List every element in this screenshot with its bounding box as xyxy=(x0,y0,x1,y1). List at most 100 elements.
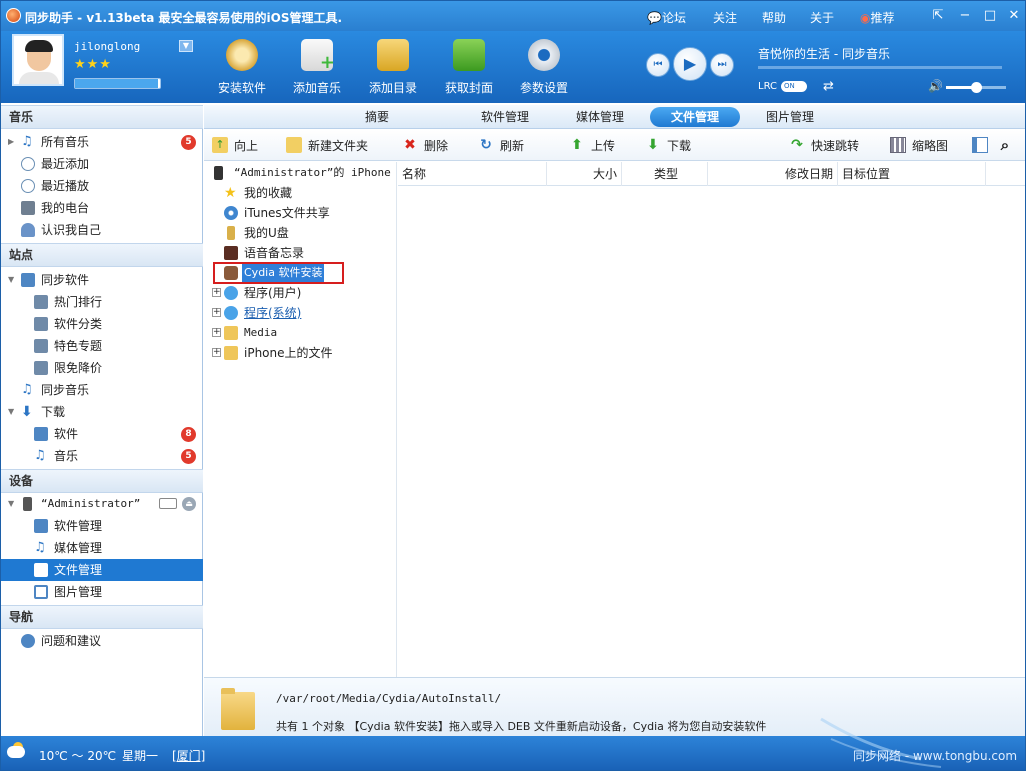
sidebar-item-device-media[interactable]: ♫ 媒体管理 xyxy=(1,537,203,559)
upload-arrow-icon: ⬆ xyxy=(571,137,583,153)
collapse-arrow-icon[interactable]: ▼ xyxy=(8,401,14,423)
sidebar-item-label: 限免降价 xyxy=(54,361,103,375)
sidebar-item-label: 最近添加 xyxy=(41,157,90,171)
playback-progress[interactable] xyxy=(758,66,1002,69)
sidebar-item-hot-rank[interactable]: 热门排行 xyxy=(1,291,203,313)
level-progress-fill xyxy=(75,79,159,88)
sidebar-item-label: 特色专题 xyxy=(54,339,103,353)
expand-plus-icon[interactable]: + xyxy=(212,308,221,317)
sidebar-item-free-sale[interactable]: 限免降价 xyxy=(1,357,203,379)
file-list-header: 名称 大小 类型 修改日期 目标位置 xyxy=(398,162,1025,186)
sidebar-item-device-files[interactable]: 文件管理 xyxy=(1,559,203,581)
tab-summary[interactable]: 摘要 xyxy=(332,107,422,127)
add-directory-icon xyxy=(377,39,409,71)
follow-link[interactable]: 关注 xyxy=(713,9,737,26)
view-toggle-button[interactable] xyxy=(972,136,988,156)
search-icon: ⌕ xyxy=(1000,136,1010,154)
expand-plus-icon[interactable]: + xyxy=(212,348,221,357)
collapse-arrow-icon[interactable]: ▼ xyxy=(8,493,14,515)
forum-link[interactable]: 💬论坛 xyxy=(647,9,686,26)
minimize-button[interactable]: − xyxy=(956,7,974,24)
previous-track-button[interactable]: ⏮ xyxy=(646,53,670,77)
up-label: 向上 xyxy=(234,139,259,153)
jump-arrow-icon: ↷ xyxy=(791,137,803,153)
new-folder-icon xyxy=(286,137,302,153)
get-cover-button[interactable]: 获取封面 xyxy=(437,37,501,99)
expand-plus-icon[interactable]: + xyxy=(212,328,221,337)
expand-plus-icon[interactable]: + xyxy=(212,288,221,297)
sidebar-item-download-software[interactable]: 软件 8 xyxy=(1,423,203,445)
avatar[interactable] xyxy=(12,34,64,86)
column-size[interactable]: 大小 xyxy=(547,162,622,186)
gear-icon xyxy=(528,39,560,71)
sidebar-item-all-music[interactable]: ▶ ♫ 所有音乐 5 xyxy=(1,131,203,153)
tree-node-label: 语音备忘录 xyxy=(244,246,305,260)
sidebar-item-download[interactable]: ▼ ⬇ 下载 xyxy=(1,401,203,423)
camera-icon[interactable] xyxy=(159,498,177,509)
sidebar-item-device-software[interactable]: 软件管理 xyxy=(1,515,203,537)
sidebar-item-label: 我的电台 xyxy=(41,201,90,215)
settings-button[interactable]: 参数设置 xyxy=(512,37,576,99)
sidebar-item-know-me[interactable]: 认识我自己 xyxy=(1,219,203,241)
store-icon xyxy=(34,519,48,533)
folder-icon xyxy=(221,686,255,730)
city-link[interactable]: [厦门] xyxy=(172,747,205,764)
title-bar[interactable]: 同步助手 - v1.13beta 最安全最容易使用的iOS管理工具. 💬论坛 关… xyxy=(1,1,1025,31)
sidebar-item-categories[interactable]: 软件分类 xyxy=(1,313,203,335)
radio-icon xyxy=(21,201,35,215)
repeat-icon[interactable]: ⇄ xyxy=(823,79,834,94)
section-devices: 设备 xyxy=(1,469,203,493)
lrc-toggle[interactable]: ON xyxy=(781,81,807,92)
close-button[interactable]: ✕ xyxy=(1005,7,1023,24)
header-toolbar: jilonglong ▼ ★★★ 安装软件 + 添加音乐 添加目录 获取封面 参… xyxy=(1,31,1025,103)
sidebar-item-feedback[interactable]: 问题和建议 xyxy=(1,630,203,652)
sidebar-item-device-photos[interactable]: 图片管理 xyxy=(1,581,203,603)
next-track-button[interactable]: ⏭ xyxy=(710,53,734,77)
column-target[interactable]: 目标位置 xyxy=(838,162,986,186)
search-button[interactable]: ⌕ xyxy=(997,136,1015,156)
collapse-arrow-icon[interactable]: ▼ xyxy=(8,269,14,291)
user-stars: ★★★ xyxy=(74,57,112,72)
install-software-button[interactable]: 安装软件 xyxy=(210,37,274,99)
column-modified[interactable]: 修改日期 xyxy=(708,162,838,186)
sidebar-item-topics[interactable]: 特色专题 xyxy=(1,335,203,357)
sidebar-item-label: 下载 xyxy=(41,405,66,419)
about-link[interactable]: 关于 xyxy=(810,9,834,26)
expand-arrow-icon[interactable]: ▶ xyxy=(8,131,14,153)
clock-icon xyxy=(21,179,35,193)
sidebar-item-sync-software[interactable]: ▼ 同步软件 xyxy=(1,269,203,291)
maximize-button[interactable]: □ xyxy=(981,7,999,24)
cup-icon xyxy=(34,295,48,309)
sidebar-item-recent-add[interactable]: 最近添加 xyxy=(1,153,203,175)
eject-icon[interactable]: ⏏ xyxy=(182,497,196,511)
tab-photos[interactable]: 图片管理 xyxy=(745,107,835,127)
sidebar-item-sync-music[interactable]: ♫ 同步音乐 xyxy=(1,379,203,401)
usb-drive-icon xyxy=(227,226,235,240)
file-list[interactable] xyxy=(398,187,1025,677)
column-type[interactable]: 类型 xyxy=(622,162,708,186)
help-link[interactable]: 帮助 xyxy=(762,9,786,26)
play-button[interactable]: ▶ xyxy=(673,47,707,81)
mini-mode-button[interactable]: ⇱ xyxy=(929,7,947,24)
tab-files[interactable]: 文件管理 xyxy=(650,107,740,127)
sidebar-item-label: 最近播放 xyxy=(41,179,90,193)
sidebar-item-device[interactable]: ▼ “Administrator” ⏏ xyxy=(1,493,203,515)
info-text: 共有 1 个对象 【Cydia 软件安装】拖入或导入 DEB 文件重新启动设备，… xyxy=(276,720,767,733)
sidebar-item-download-music[interactable]: ♫ 音乐 5 xyxy=(1,445,203,467)
tab-software[interactable]: 软件管理 xyxy=(460,107,550,127)
tab-media[interactable]: 媒体管理 xyxy=(555,107,645,127)
sidebar-item-label: 热门排行 xyxy=(54,295,103,309)
sidebar: 音乐 ▶ ♫ 所有音乐 5 最近添加 最近播放 我的电台 认识我自己 站点 ▼ … xyxy=(1,105,203,736)
volume-knob[interactable] xyxy=(971,82,982,93)
install-icon xyxy=(226,39,258,71)
volume-icon[interactable]: 🔊 xyxy=(928,79,943,93)
sidebar-item-recent-play[interactable]: 最近播放 xyxy=(1,175,203,197)
column-name[interactable]: 名称 xyxy=(398,162,547,186)
add-music-button[interactable]: + 添加音乐 xyxy=(285,37,349,99)
add-directory-button[interactable]: 添加目录 xyxy=(361,37,425,99)
sidebar-item-my-radio[interactable]: 我的电台 xyxy=(1,197,203,219)
user-menu-dropdown[interactable]: ▼ xyxy=(179,40,193,52)
weather-cloud-icon xyxy=(7,746,25,758)
level-progress xyxy=(74,78,161,89)
recommend-link[interactable]: ◉推荐 xyxy=(860,9,895,26)
